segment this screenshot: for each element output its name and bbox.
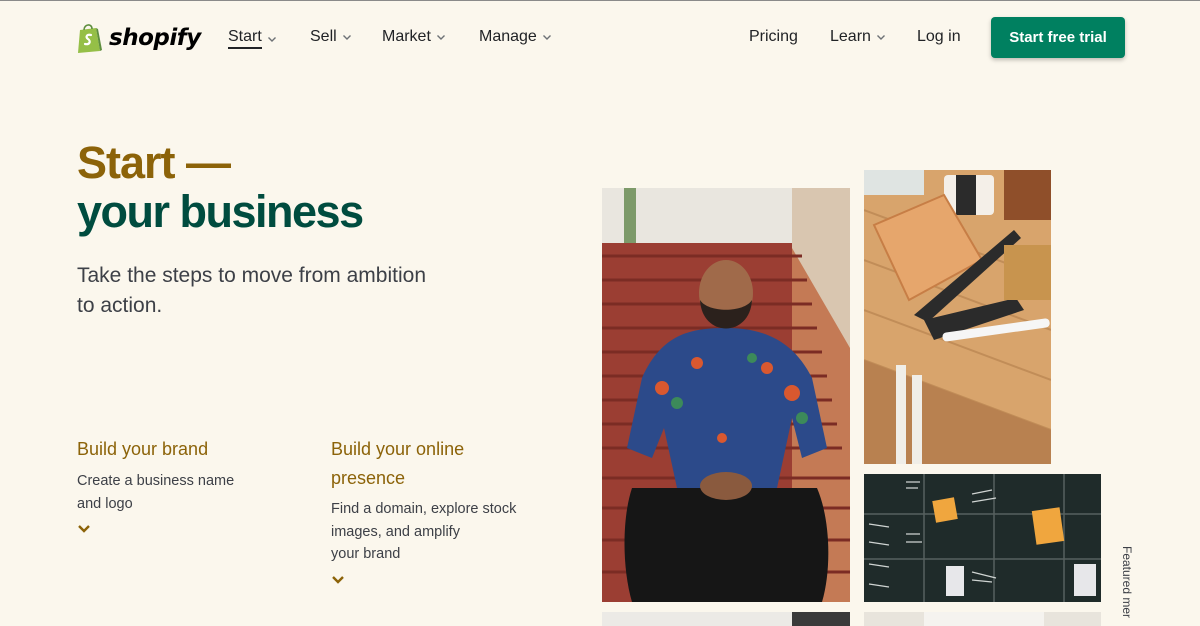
feature-brand-desc: Create a business name and logo [77, 470, 234, 515]
nav-pricing-label: Pricing [749, 28, 798, 45]
hero-title-line1: Start — [77, 137, 231, 188]
feature-online-title-line1: Build your online [331, 439, 465, 459]
merchant-stairs-photo [602, 188, 850, 602]
featured-merchant-label: Featured mer [1120, 546, 1134, 619]
feature-online-desc-line2: images, and amplify [331, 523, 460, 540]
chevron-down-icon [342, 35, 351, 40]
hero-lead-line2: to action. [77, 294, 163, 317]
nav-learn-label: Learn [830, 28, 871, 45]
nav-pricing[interactable]: Pricing [749, 28, 798, 46]
nav-login[interactable]: Log in [917, 28, 961, 46]
feature-online-desc: Find a domain, explore stock images, and… [331, 498, 516, 566]
shopping-bag-icon [78, 24, 102, 53]
feature-brand-title: Build your brand [77, 435, 208, 464]
feature-online-title: Build your online presence [331, 435, 464, 493]
feature-online-expand-chevron-icon[interactable] [331, 575, 345, 585]
feature-brand-expand-chevron-icon[interactable] [77, 524, 91, 534]
chevron-down-icon [876, 35, 885, 40]
desk-notebook-photo [864, 170, 1051, 464]
nav-start[interactable]: Start [228, 28, 277, 49]
chevron-down-icon [542, 35, 551, 40]
nav-start-label: Start [228, 28, 262, 49]
feature-online-title-line2: presence [331, 468, 406, 488]
nav-manage[interactable]: Manage [479, 28, 552, 46]
chevron-down-icon [267, 36, 276, 42]
hero-lead-line1: Take the steps to move from ambition [77, 264, 426, 287]
hero-title-line2: your business [77, 186, 364, 237]
feature-brand-desc-line1: Create a business name [77, 473, 235, 489]
login-link-label: Log in [917, 28, 961, 45]
nav-manage-label: Manage [479, 28, 537, 45]
hero-lead: Take the steps to move from ambition to … [77, 261, 477, 321]
feature-brand-title-line1: Build your brand [77, 439, 209, 459]
nav-market-label: Market [382, 28, 431, 45]
chevron-down-icon [436, 35, 445, 40]
nav-sell-label: Sell [310, 28, 337, 45]
feature-brand-desc-line2: and logo [77, 495, 133, 512]
start-free-trial-button[interactable]: Start free trial [991, 17, 1125, 58]
partial-photo-bottom-right [864, 612, 1101, 626]
nav-sell[interactable]: Sell [310, 28, 352, 46]
feature-online-desc-line1: Find a domain, explore stock [331, 501, 517, 517]
feature-online-desc-line3: your brand [331, 546, 401, 562]
partial-photo-bottom-left [602, 612, 850, 626]
chalkboard-social-photo [864, 474, 1101, 602]
shopify-logo[interactable]: shopify [77, 20, 201, 56]
top-border [0, 0, 1200, 1]
logo-wordmark: shopify [109, 25, 201, 51]
nav-learn[interactable]: Learn [830, 28, 886, 46]
nav-market[interactable]: Market [382, 28, 446, 46]
